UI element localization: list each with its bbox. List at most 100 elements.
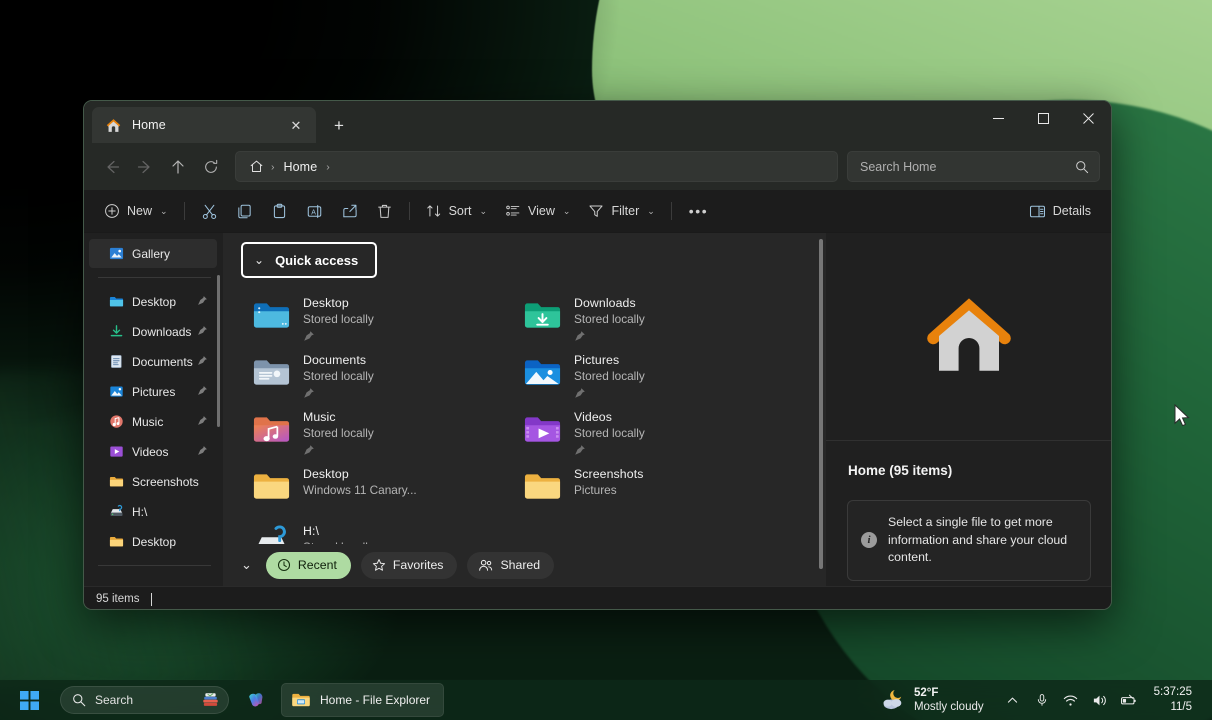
sidebar-item-desktop-2[interactable]: Desktop bbox=[89, 527, 217, 556]
taskbar-window-file-explorer[interactable]: Home - File Explorer bbox=[281, 683, 445, 717]
file-explorer-window[interactable]: Home ✕ + › Home › Search Home New ⌄ A So… bbox=[83, 100, 1112, 610]
file-item-videos[interactable]: Videos Stored locally bbox=[512, 403, 783, 460]
file-list-pane[interactable]: ⌄ Quick access Desktop Stored locally Do… bbox=[223, 233, 826, 586]
file-meta: Pictures Stored locally bbox=[574, 350, 645, 404]
sidebar-item-pictures[interactable]: Pictures bbox=[89, 377, 217, 406]
chevron-down-icon: ⌄ bbox=[160, 205, 168, 216]
filter-button[interactable]: Filter ⌄ bbox=[579, 196, 663, 227]
tab-shared[interactable]: Shared bbox=[467, 551, 555, 579]
file-item-music[interactable]: Music Stored locally bbox=[241, 403, 512, 460]
tab-home[interactable]: Home ✕ bbox=[92, 107, 316, 143]
details-button[interactable]: Details bbox=[1020, 196, 1100, 227]
cut-button[interactable] bbox=[192, 196, 227, 227]
breadcrumb-separator-2[interactable]: › bbox=[322, 161, 334, 173]
sidebar-item-desktop[interactable]: Desktop bbox=[89, 287, 217, 316]
weather-temperature: 52°F bbox=[913, 686, 939, 699]
svg-text:A: A bbox=[311, 209, 316, 216]
file-item-pictures[interactable]: Pictures Stored locally bbox=[512, 346, 783, 403]
new-label: New bbox=[127, 204, 153, 218]
chevron-down-icon[interactable]: ⌄ bbox=[241, 557, 252, 573]
explorer-body: Gallery Desktop Downloads Documents Pict… bbox=[84, 233, 1111, 586]
sort-label: Sort bbox=[448, 204, 472, 218]
home-outline-icon[interactable] bbox=[246, 159, 267, 174]
file-sub: Stored locally bbox=[574, 426, 645, 440]
weather-condition: Mostly cloudy bbox=[913, 701, 984, 713]
view-button[interactable]: View ⌄ bbox=[496, 196, 579, 227]
volume-icon[interactable] bbox=[1087, 686, 1113, 714]
sidebar-item-label: Desktop bbox=[132, 294, 177, 309]
forward-button[interactable] bbox=[128, 151, 161, 182]
sidebar-item-downloads[interactable]: Downloads bbox=[89, 317, 217, 346]
folder-icon bbox=[109, 474, 124, 489]
more-options-button[interactable]: ••• bbox=[679, 196, 719, 227]
paste-button[interactable] bbox=[262, 196, 297, 227]
search-input[interactable] bbox=[860, 159, 1075, 174]
pin-icon[interactable] bbox=[197, 355, 208, 369]
navigation-bar: › Home › bbox=[84, 143, 1111, 190]
file-item-documents[interactable]: Documents Stored locally bbox=[241, 346, 512, 403]
rename-button[interactable]: A bbox=[297, 196, 332, 227]
close-icon[interactable]: ✕ bbox=[284, 113, 308, 137]
refresh-button[interactable] bbox=[194, 151, 227, 182]
minimize-button[interactable] bbox=[976, 101, 1021, 135]
sort-button[interactable]: Sort ⌄ bbox=[417, 196, 496, 227]
copy-button[interactable] bbox=[227, 196, 262, 227]
start-button[interactable] bbox=[12, 683, 46, 717]
address-bar[interactable]: › Home › bbox=[235, 151, 838, 182]
status-bar: 95 items bbox=[84, 586, 1111, 609]
pin-icon[interactable] bbox=[197, 325, 208, 339]
microphone-icon[interactable] bbox=[1029, 686, 1055, 714]
file-meta: Documents Stored locally bbox=[303, 350, 374, 404]
pin-icon[interactable] bbox=[197, 295, 208, 309]
file-item-downloads[interactable]: Downloads Stored locally bbox=[512, 289, 783, 346]
file-name: Documents bbox=[303, 353, 367, 367]
file-item-desktop-canary[interactable]: Desktop Windows 11 Canary... bbox=[241, 460, 512, 517]
sidebar-item-videos[interactable]: Videos bbox=[89, 437, 217, 466]
sidebar-item-drive-h[interactable]: H:\ bbox=[89, 497, 217, 526]
sidebar-scrollbar[interactable] bbox=[217, 275, 220, 427]
maximize-button[interactable] bbox=[1021, 101, 1066, 135]
wifi-icon[interactable] bbox=[1058, 686, 1084, 714]
sidebar-item-screenshots[interactable]: Screenshots bbox=[89, 467, 217, 496]
file-grid: Desktop Stored locally Downloads Stored … bbox=[241, 289, 826, 574]
search-widget-icon[interactable] bbox=[201, 691, 220, 710]
up-button[interactable] bbox=[161, 151, 194, 182]
separator-3 bbox=[670, 202, 672, 220]
sidebar-divider-bottom bbox=[98, 565, 211, 566]
close-window-button[interactable] bbox=[1066, 101, 1111, 135]
sidebar-item-label: Gallery bbox=[132, 246, 171, 261]
sidebar-item-music[interactable]: Music bbox=[89, 407, 217, 436]
weather-widget[interactable]: 52°F Mostly cloudy bbox=[870, 683, 994, 717]
command-bar: New ⌄ A Sort ⌄ View ⌄ Filter ⌄ ••• Detai… bbox=[84, 190, 1111, 233]
navigation-pane[interactable]: Gallery Desktop Downloads Documents Pict… bbox=[84, 233, 223, 586]
new-button[interactable]: New ⌄ bbox=[95, 196, 177, 227]
sidebar-divider bbox=[98, 277, 211, 278]
search-box[interactable] bbox=[847, 151, 1100, 182]
copilot-button[interactable] bbox=[239, 683, 273, 717]
back-button[interactable] bbox=[95, 151, 128, 182]
tab-favorites[interactable]: Favorites bbox=[360, 551, 458, 579]
content-scrollbar[interactable] bbox=[819, 239, 823, 569]
breadcrumb-separator: › bbox=[271, 160, 275, 173]
file-item-screenshots[interactable]: Screenshots Pictures bbox=[512, 460, 783, 517]
delete-button[interactable] bbox=[367, 196, 402, 227]
sidebar-item-documents[interactable]: Documents bbox=[89, 347, 217, 376]
new-tab-button[interactable]: + bbox=[324, 110, 354, 140]
pin-icon[interactable] bbox=[197, 385, 208, 399]
tab-recent[interactable]: Recent bbox=[265, 551, 351, 579]
search-icon bbox=[72, 693, 86, 707]
taskbar-search[interactable]: Search bbox=[60, 686, 229, 714]
clock[interactable]: 5:37:25 11/5 bbox=[1148, 685, 1202, 714]
battery-icon[interactable] bbox=[1116, 686, 1142, 714]
quick-access-header[interactable]: ⌄ Quick access bbox=[241, 242, 377, 278]
pin-icon[interactable] bbox=[197, 415, 208, 429]
search-icon[interactable] bbox=[1075, 160, 1089, 174]
pin-icon[interactable] bbox=[197, 445, 208, 459]
file-meta: Desktop Stored locally bbox=[303, 293, 374, 347]
file-item-desktop[interactable]: Desktop Stored locally bbox=[241, 289, 512, 346]
share-button[interactable] bbox=[332, 196, 367, 227]
sidebar-item-gallery[interactable]: Gallery bbox=[89, 239, 217, 268]
breadcrumb-current[interactable]: Home bbox=[279, 160, 323, 174]
show-hidden-icons-button[interactable] bbox=[1000, 686, 1026, 714]
info-icon: i bbox=[861, 532, 877, 549]
